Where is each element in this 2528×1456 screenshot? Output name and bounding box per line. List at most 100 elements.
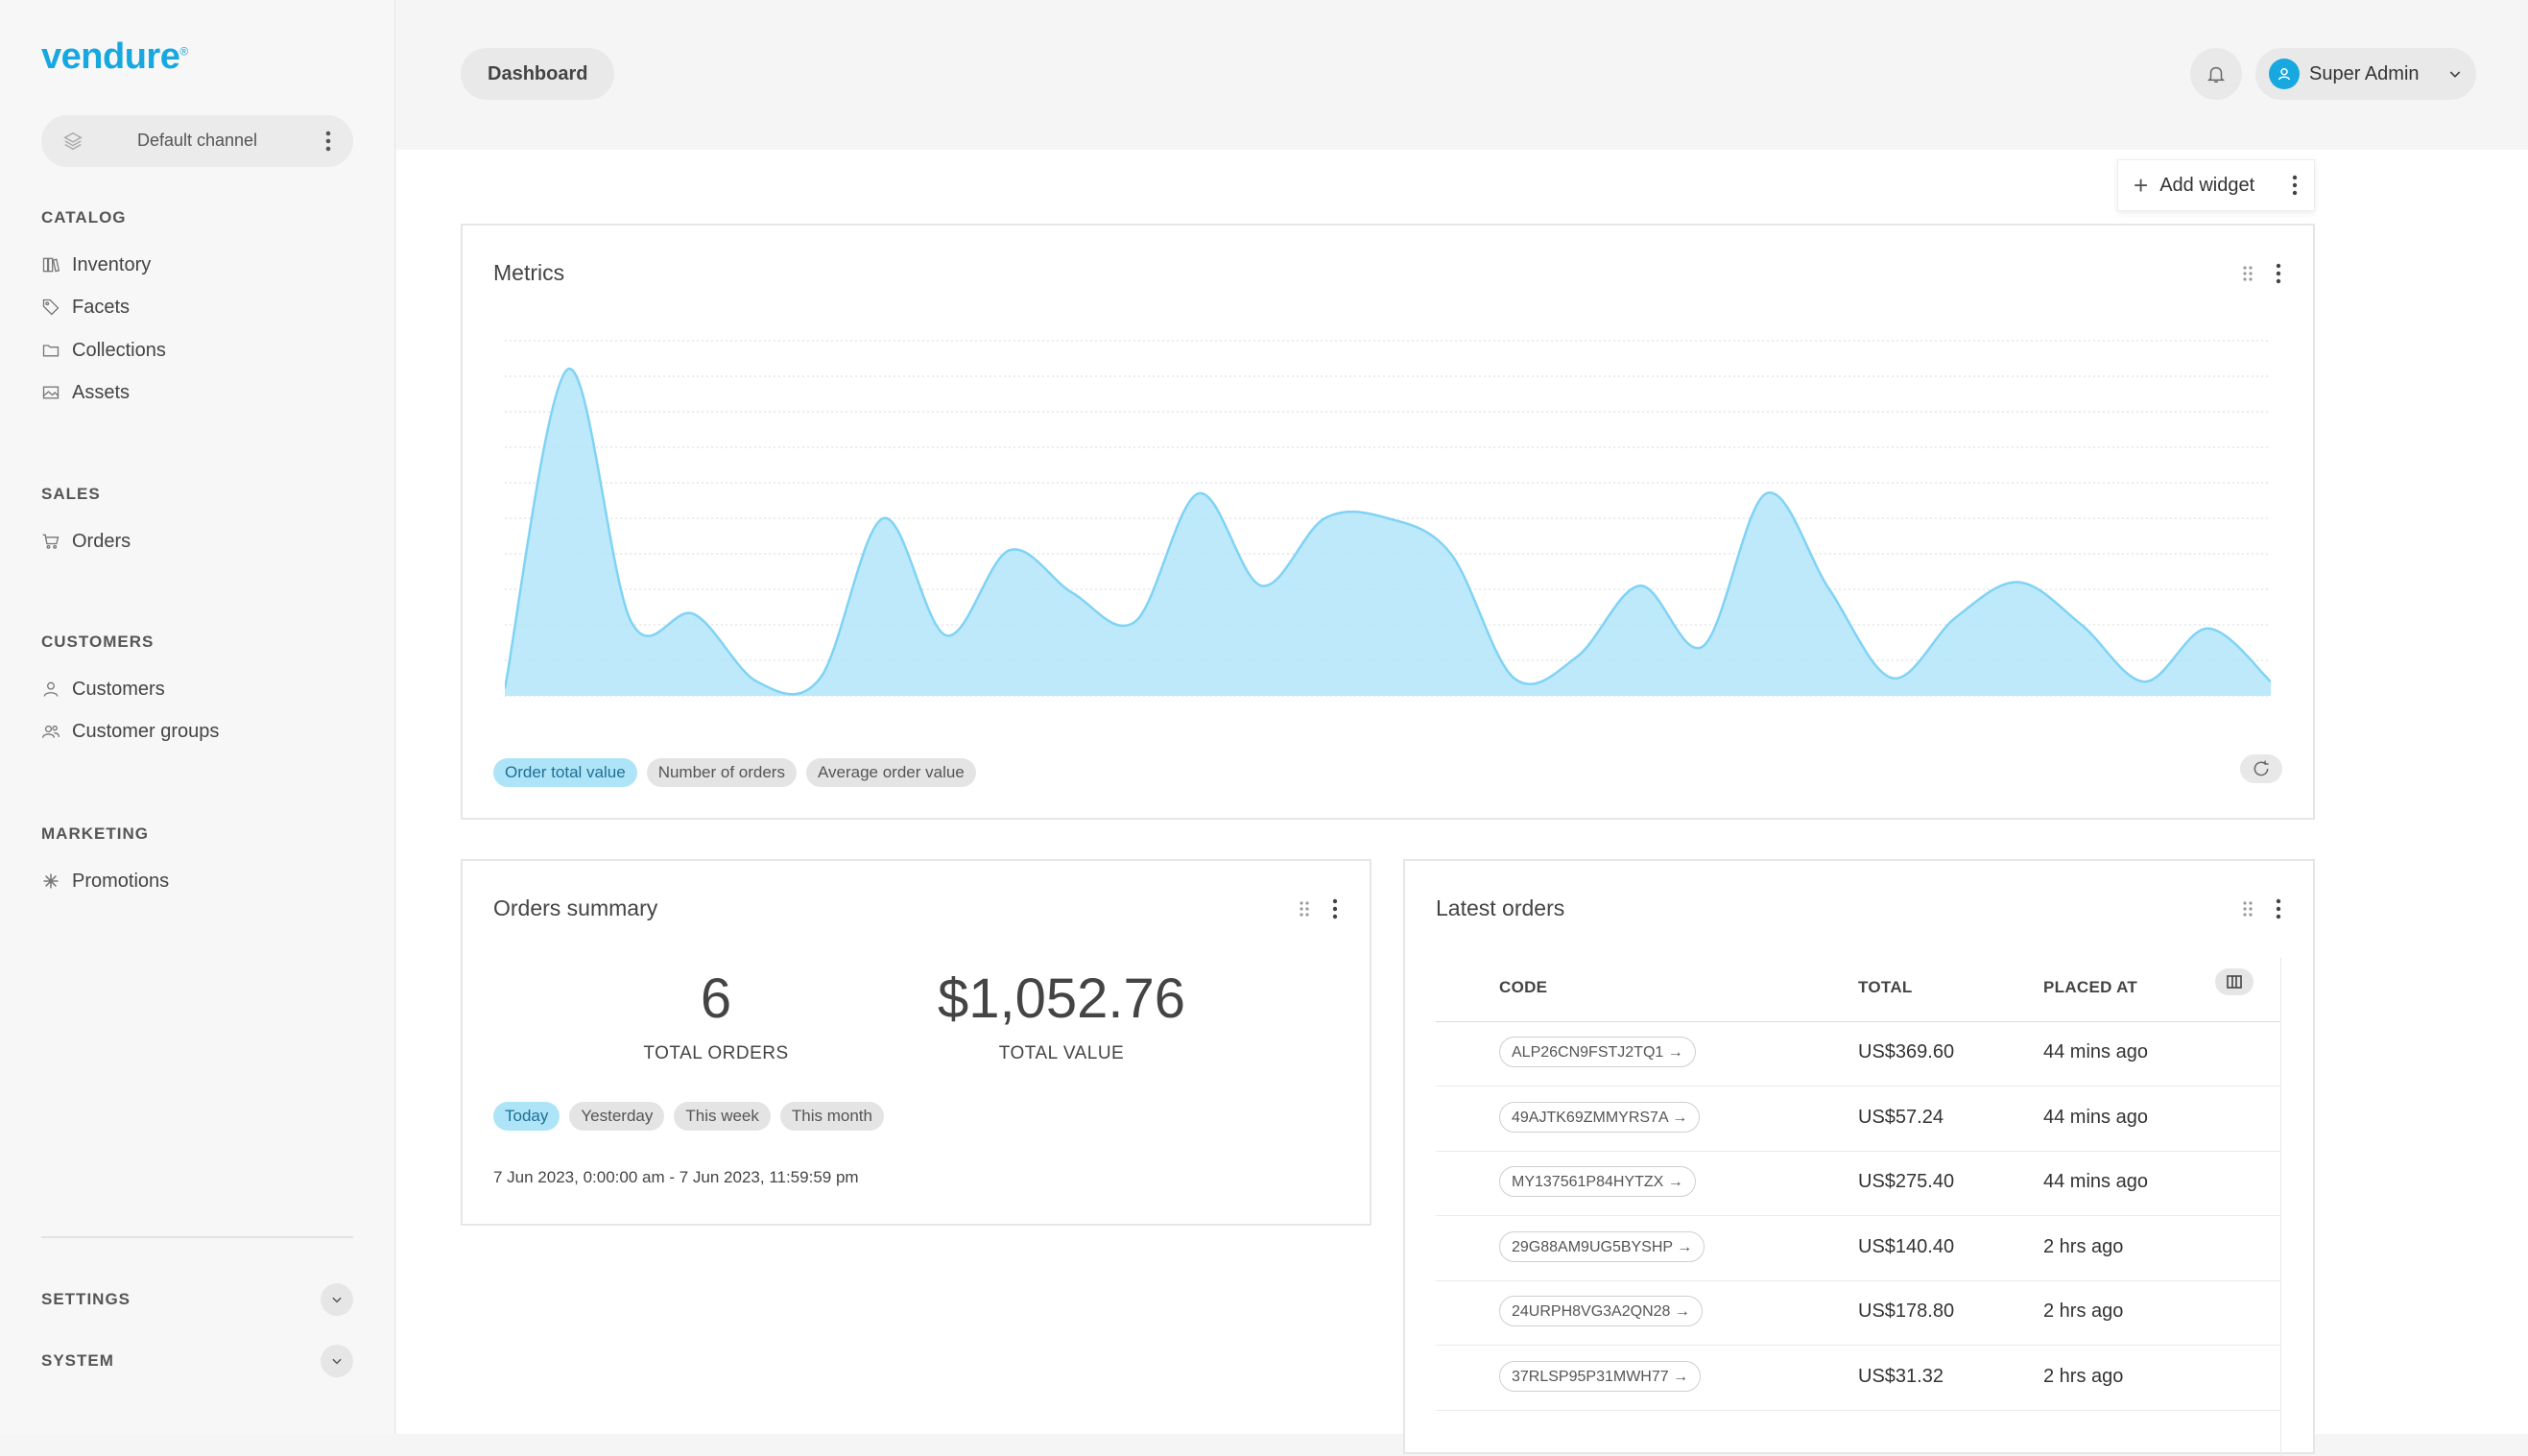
kebab-icon[interactable] (2275, 897, 2282, 920)
drag-handle-icon[interactable] (2242, 265, 2254, 282)
settings-label: SETTINGS (41, 1290, 131, 1308)
range-this-month[interactable]: This month (779, 1102, 884, 1131)
sidebar-item-assets[interactable]: Assets (41, 376, 130, 409)
metrics-title: Metrics (493, 260, 565, 285)
order-code-link[interactable]: 29G88AM9UG5BYSHP → (1499, 1231, 1705, 1262)
total-orders-value: 6 (700, 967, 732, 1030)
order-code-link[interactable]: 24URPH8VG3A2QN28 → (1499, 1296, 1703, 1326)
sidebar-item-label: Promotions (72, 870, 170, 892)
sidebar-item-facets[interactable]: Facets (41, 291, 130, 323)
user-name: Super Admin (2309, 62, 2420, 84)
order-total: US$57.24 (1858, 1107, 1944, 1128)
system-label: SYSTEM (41, 1351, 114, 1370)
series-area (505, 369, 2271, 696)
sidebar-divider (41, 1236, 353, 1238)
kebab-icon[interactable] (2291, 174, 2299, 197)
image-icon (42, 386, 60, 399)
order-placed-at: 2 hrs ago (2043, 1366, 2124, 1387)
tab-number-of-orders[interactable]: Number of orders (646, 758, 797, 787)
orders-summary-card: Orders summary 6 TOTAL ORDERS $1,052.76 … (461, 859, 1371, 1226)
sidebar-item-promotions[interactable]: Promotions (41, 865, 169, 897)
row-divider (1436, 1410, 2280, 1411)
add-widget-button[interactable]: + Add widget (2117, 159, 2315, 211)
nav-section-marketing: MARKETING (41, 824, 149, 843)
total-orders-label: TOTAL ORDERS (643, 1043, 789, 1063)
kebab-icon[interactable] (1331, 897, 1339, 920)
sidebar-item-inventory[interactable]: Inventory (41, 249, 151, 281)
add-widget-label: Add widget (2159, 174, 2255, 196)
sidebar-item-collections[interactable]: Collections (41, 334, 166, 367)
total-value-value: $1,052.76 (937, 967, 1186, 1030)
tag-icon (42, 298, 60, 316)
column-placed-at[interactable]: PLACED AT (2043, 978, 2137, 997)
arrow-right-icon: → (1677, 1239, 1693, 1255)
order-placed-at: 44 mins ago (2043, 1107, 2148, 1128)
order-placed-at: 2 hrs ago (2043, 1301, 2124, 1322)
avatar-icon (2269, 59, 2300, 89)
arrow-right-icon: → (1674, 1303, 1690, 1320)
sidebar-settings-toggle[interactable]: SETTINGS (41, 1283, 353, 1316)
latest-orders-title: Latest orders (1436, 895, 1565, 920)
chevron-down-icon[interactable] (321, 1283, 353, 1316)
order-placed-at: 44 mins ago (2043, 1041, 2148, 1062)
notifications-button[interactable] (2190, 48, 2242, 100)
users-icon (42, 725, 60, 738)
vendure-logo[interactable]: vendure® (41, 36, 188, 78)
order-code-link[interactable]: ALP26CN9FSTJ2TQ1 → (1499, 1037, 1696, 1067)
sidebar-item-customer-groups[interactable]: Customer groups (41, 715, 219, 748)
sidebar-item-label: Facets (72, 296, 131, 318)
channel-label: Default channel (136, 131, 258, 150)
sidebar-item-label: Customers (72, 678, 165, 700)
order-total: US$31.32 (1858, 1366, 1944, 1387)
order-total: US$369.60 (1858, 1041, 1955, 1062)
columns-icon (2227, 975, 2242, 989)
breadcrumb[interactable]: Dashboard (461, 48, 615, 100)
column-code[interactable]: CODE (1499, 978, 1547, 997)
orders-table: CODE TOTAL PLACED AT ALP26CN9FSTJ2TQ1 → … (1436, 957, 2281, 1456)
row-divider (1436, 1280, 2280, 1281)
row-divider (1436, 1215, 2280, 1216)
order-total: US$140.40 (1858, 1236, 1955, 1257)
latest-orders-card: Latest orders CODE TOTAL PLACED AT ALP26… (1403, 859, 2315, 1456)
order-placed-at: 44 mins ago (2043, 1171, 2148, 1192)
sidebar-item-label: Orders (72, 530, 131, 552)
cart-icon (42, 534, 60, 549)
plus-icon: + (2134, 170, 2149, 200)
inventory-icon (42, 257, 60, 273)
metrics-chart (505, 340, 2271, 697)
asterisk-icon (43, 873, 59, 889)
channel-switcher[interactable]: Default channel (41, 115, 353, 167)
range-this-week[interactable]: This week (674, 1102, 771, 1131)
column-total[interactable]: TOTAL (1858, 978, 1913, 997)
row-divider (1436, 1345, 2280, 1346)
order-code-link[interactable]: MY137561P84HYTZX → (1499, 1166, 1696, 1197)
range-today[interactable]: Today (493, 1102, 560, 1131)
column-settings-button[interactable] (2215, 968, 2254, 995)
chevron-down-icon[interactable] (321, 1345, 353, 1377)
user-icon (43, 681, 59, 697)
sidebar-item-label: Assets (72, 381, 131, 403)
metrics-card: Metrics Order total value Number of order… (461, 224, 2315, 820)
tab-order-total-value[interactable]: Order total value (493, 758, 637, 787)
user-menu[interactable]: Super Admin (2255, 48, 2476, 100)
metric-tabs: Order total value Number of orders Average… (493, 758, 986, 787)
row-divider (1436, 1151, 2280, 1152)
drag-handle-icon[interactable] (1299, 900, 1310, 918)
order-total: US$275.40 (1858, 1171, 1955, 1192)
sidebar-item-customers[interactable]: Customers (41, 673, 165, 705)
refresh-icon (2254, 760, 2269, 776)
drag-handle-icon[interactable] (2242, 900, 2254, 918)
sidebar-item-label: Customer groups (72, 720, 220, 742)
sidebar: vendure® Default channel CATALOG Invento… (0, 0, 395, 1434)
refresh-button[interactable] (2240, 754, 2282, 783)
range-yesterday[interactable]: Yesterday (569, 1102, 665, 1131)
bell-icon (2206, 66, 2226, 83)
sidebar-system-toggle[interactable]: SYSTEM (41, 1345, 353, 1377)
sidebar-item-orders[interactable]: Orders (41, 525, 131, 558)
order-code-link[interactable]: 49AJTK69ZMMYRS7A → (1499, 1102, 1701, 1133)
kebab-icon[interactable] (324, 129, 332, 154)
tab-average-order-value[interactable]: Average order value (805, 758, 976, 787)
order-code-link[interactable]: 37RLSP95P31MWH77 → (1499, 1361, 1702, 1392)
kebab-icon[interactable] (2275, 262, 2282, 285)
chevron-down-icon (2449, 71, 2461, 78)
